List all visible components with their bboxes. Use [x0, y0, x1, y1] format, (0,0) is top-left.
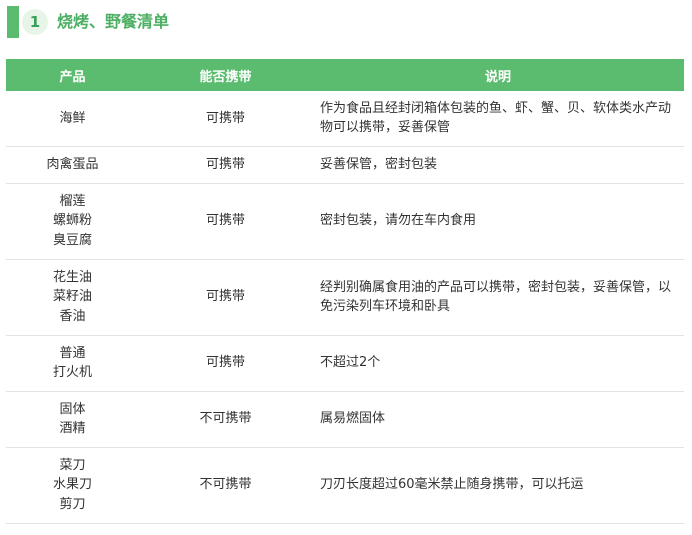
product-name: 螺蛳粉: [52, 213, 92, 229]
product-name: 海鲜: [59, 110, 86, 126]
section-number-badge: 1: [22, 9, 48, 35]
table-row: 海鲜 可携带 作为食品且经封闭箱体包装的鱼、虾、蟹、贝、软体类水产动物可以携带，…: [6, 91, 684, 147]
allowed-cell: 不可携带: [139, 391, 312, 448]
product-name: 花生油: [52, 269, 92, 285]
product-cell: 菜刀 水果刀 剪刀: [6, 447, 139, 524]
note-cell: 经判别确属食用油的产品可以携带，密封包装，妥善保管，以免污染列车环境和卧具: [312, 259, 684, 336]
section-title: 烧烤、野餐清单: [57, 12, 170, 31]
product-name: 菜籽油: [52, 289, 92, 305]
product-name: 水果刀: [52, 477, 92, 493]
product-name: 榴莲: [59, 193, 86, 209]
allowed-cell: 可携带: [139, 91, 312, 147]
note-cell: 刀刃长度超过60毫米禁止随身携带，可以托运: [312, 447, 684, 524]
product-name: 香油: [59, 308, 86, 324]
note-text: 妥善保管，密封包装: [320, 156, 438, 172]
allowed-cell: 不可携带: [139, 447, 312, 524]
table-row: 肉禽蛋品 可携带 妥善保管，密封包装: [6, 146, 684, 184]
product-name: 固体: [59, 401, 86, 417]
product-name: 菜刀: [59, 457, 86, 473]
product-name: 普通: [59, 345, 86, 361]
header-note: 说明: [312, 59, 684, 91]
note-cell: 妥善保管，密封包装: [312, 146, 684, 184]
product-name: 酒精: [59, 421, 86, 436]
table-row: 菜刀 水果刀 剪刀 不可携带 刀刃长度超过60毫米禁止随身携带，可以托运: [6, 447, 684, 524]
header-allowed: 能否携带: [139, 59, 312, 91]
note-cell: 属易燃固体: [312, 391, 684, 448]
section-header: 1 烧烤、野餐清单: [0, 0, 692, 46]
table-row: 固体 酒精 不可携带 属易燃固体: [6, 391, 684, 448]
allowed-cell: 可携带: [139, 183, 312, 260]
note-cell: 作为食品且经封闭箱体包装的鱼、虾、蟹、贝、软体类水产动物可以携带，妥善保管: [312, 91, 684, 147]
note-text: 经判别确属食用油的产品可以携带，密封包装，妥善保管，以免污染列车环境和卧具: [320, 279, 672, 315]
section-accent-tab: [11, 6, 19, 38]
product-name: 打火机: [52, 365, 92, 380]
allowed-cell: 可携带: [139, 259, 312, 336]
table-header-row: 产品 能否携带 说明: [6, 59, 684, 91]
product-name: 臭豆腐: [52, 232, 92, 248]
product-cell: 固体 酒精: [6, 391, 139, 448]
items-table: 产品 能否携带 说明 海鲜 可携带 作为食品且经封闭箱体包装的鱼、虾、蟹、贝、软…: [6, 59, 684, 524]
note-text: 密封包装，请勿在车内食用: [320, 213, 477, 229]
table-row: 榴莲 螺蛳粉 臭豆腐 可携带 密封包装，请勿在车内食用: [6, 183, 684, 260]
product-name: 肉禽蛋品: [46, 156, 99, 172]
product-cell: 榴莲 螺蛳粉 臭豆腐: [6, 183, 139, 260]
product-cell: 普通 打火机: [6, 335, 139, 392]
allowed-cell: 可携带: [139, 146, 312, 184]
note-cell: 密封包装，请勿在车内食用: [312, 183, 684, 260]
table-row: 花生油 菜籽油 香油 可携带 经判别确属食用油的产品可以携带，密封包装，妥善保管…: [6, 259, 684, 336]
header-product: 产品: [6, 59, 139, 91]
note-cell: 不超过2个: [312, 335, 684, 392]
allowed-cell: 可携带: [139, 335, 312, 392]
note-text: 属易燃固体: [320, 411, 386, 427]
product-name: 剪刀: [59, 496, 86, 512]
note-text: 不超过2个: [320, 355, 381, 371]
note-text: 刀刃长度超过60毫米禁止随身携带，可以托运: [320, 477, 584, 493]
product-cell: 海鲜: [6, 91, 139, 147]
note-text: 作为食品且经封闭箱体包装的鱼、虾、蟹、贝、软体类水产动物可以携带，妥善保管: [320, 100, 672, 136]
table-row: 普通 打火机 可携带 不超过2个: [6, 335, 684, 392]
product-cell: 肉禽蛋品: [6, 146, 139, 184]
product-cell: 花生油 菜籽油 香油: [6, 259, 139, 336]
